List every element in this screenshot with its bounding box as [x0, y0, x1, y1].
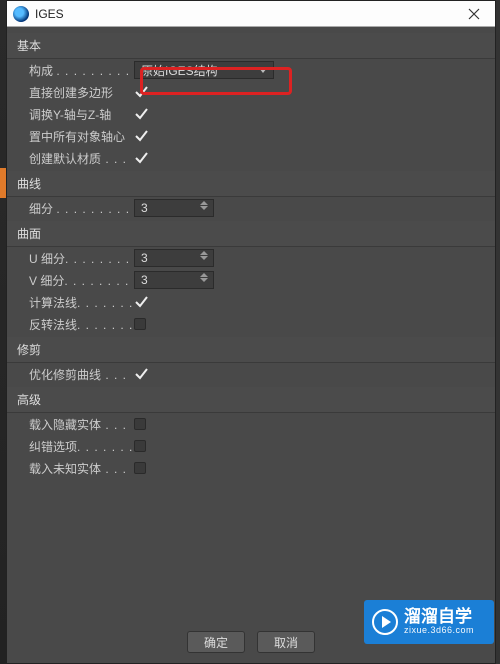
app-icon — [13, 6, 29, 22]
v-subdiv-value: 3 — [141, 273, 148, 287]
section-surface-header: 曲面 — [7, 221, 495, 247]
hidden-entities-checkbox[interactable] — [134, 418, 146, 430]
watermark-url: zixue.3d66.com — [404, 626, 474, 636]
spinner-arrows-icon[interactable] — [200, 201, 210, 210]
compose-label: 构成 . . . . . . . . . — [29, 62, 134, 79]
row-compose: 构成 . . . . . . . . . 原始IGES结构 — [7, 59, 495, 81]
section-advanced-header: 高级 — [7, 387, 495, 413]
play-icon — [372, 609, 398, 635]
direct-poly-label: 直接创建多边形 — [29, 84, 134, 101]
watermark-badge: 溜溜自学 zixue.3d66.com — [364, 600, 494, 644]
curve-subdiv-value: 3 — [141, 201, 148, 215]
iges-dialog: IGES 基本 构成 . . . . . . . . . 原始IGES结构 直接… — [6, 0, 496, 664]
close-button[interactable] — [459, 4, 489, 24]
optimize-trim-label: 优化修剪曲线 . . . — [29, 366, 134, 383]
watermark-brand: 溜溜自学 — [404, 608, 474, 627]
curve-subdiv-input[interactable]: 3 — [134, 199, 214, 217]
row-optimize-trim: 优化修剪曲线 . . . — [7, 363, 495, 385]
flip-normal-checkbox[interactable] — [134, 318, 146, 330]
row-flip-normal: 反转法线. . . . . . . — [7, 313, 495, 335]
unknown-entities-checkbox[interactable] — [134, 462, 146, 474]
error-options-checkbox[interactable] — [134, 440, 146, 452]
row-curve-subdiv: 细分 . . . . . . . . . 3 — [7, 197, 495, 219]
row-direct-poly: 直接创建多边形 — [7, 81, 495, 103]
u-subdiv-value: 3 — [141, 251, 148, 265]
row-u-subdiv: U 细分. . . . . . . . 3 — [7, 247, 495, 269]
direct-poly-checkbox[interactable] — [134, 85, 148, 99]
v-subdiv-label: V 细分. . . . . . . . — [29, 272, 134, 289]
titlebar: IGES — [7, 1, 495, 27]
section-trim-header: 修剪 — [7, 337, 495, 363]
swap-yz-checkbox[interactable] — [134, 107, 148, 121]
error-options-label: 纠错选项. . . . . . . — [29, 438, 134, 455]
section-basic-header: 基本 — [7, 33, 495, 59]
chevron-down-icon — [259, 68, 267, 73]
v-subdiv-input[interactable]: 3 — [134, 271, 214, 289]
calc-normal-label: 计算法线. . . . . . . — [29, 294, 134, 311]
u-subdiv-input[interactable]: 3 — [134, 249, 214, 267]
spinner-arrows-icon[interactable] — [200, 251, 210, 260]
compose-dropdown[interactable]: 原始IGES结构 — [134, 61, 274, 79]
row-unknown-entities: 载入未知实体 . . . — [7, 457, 495, 479]
section-curve-header: 曲线 — [7, 171, 495, 197]
row-default-mat: 创建默认材质 . . . — [7, 147, 495, 169]
row-v-subdiv: V 细分. . . . . . . . 3 — [7, 269, 495, 291]
center-pivot-checkbox[interactable] — [134, 129, 148, 143]
row-center-pivot: 置中所有对象轴心 — [7, 125, 495, 147]
curve-subdiv-label: 细分 . . . . . . . . . — [29, 200, 134, 217]
cancel-button[interactable]: 取消 — [257, 631, 315, 653]
default-mat-label: 创建默认材质 . . . — [29, 150, 134, 167]
spinner-arrows-icon[interactable] — [200, 273, 210, 282]
watermark-text: 溜溜自学 zixue.3d66.com — [404, 608, 474, 637]
swap-yz-label: 调换Y-轴与Z-轴 — [29, 106, 134, 123]
row-swap-yz: 调换Y-轴与Z-轴 — [7, 103, 495, 125]
unknown-entities-label: 载入未知实体 . . . — [29, 460, 134, 477]
center-pivot-label: 置中所有对象轴心 — [29, 128, 134, 145]
optimize-trim-checkbox[interactable] — [134, 367, 148, 381]
dialog-content: 基本 构成 . . . . . . . . . 原始IGES结构 直接创建多边形… — [7, 27, 495, 479]
u-subdiv-label: U 细分. . . . . . . . — [29, 250, 134, 267]
row-error-options: 纠错选项. . . . . . . — [7, 435, 495, 457]
ok-button[interactable]: 确定 — [187, 631, 245, 653]
compose-value: 原始IGES结构 — [141, 62, 218, 79]
flip-normal-label: 反转法线. . . . . . . — [29, 316, 134, 333]
hidden-entities-label: 载入隐藏实体 . . . — [29, 416, 134, 433]
row-hidden-entities: 载入隐藏实体 . . . — [7, 413, 495, 435]
calc-normal-checkbox[interactable] — [134, 295, 148, 309]
row-calc-normal: 计算法线. . . . . . . — [7, 291, 495, 313]
dialog-title: IGES — [35, 7, 459, 21]
default-mat-checkbox[interactable] — [134, 151, 148, 165]
